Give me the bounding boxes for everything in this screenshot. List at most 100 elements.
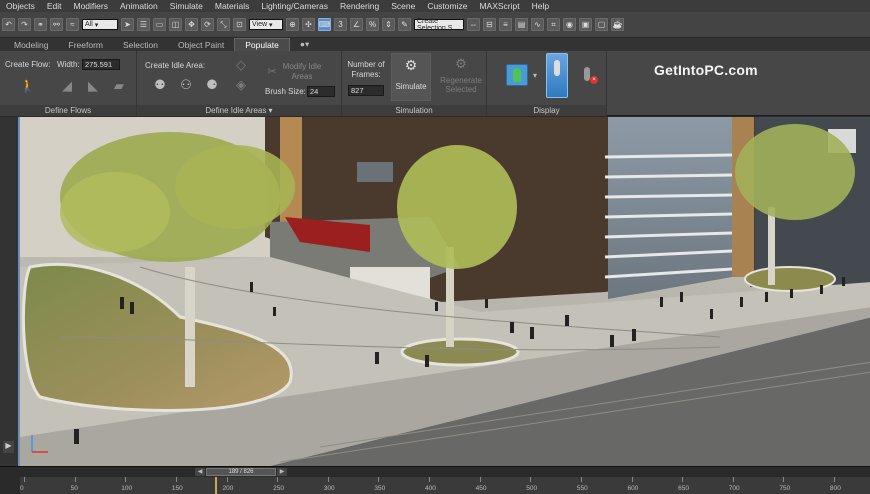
frame-ruler[interactable]: 0 50 100 150 200 250 300 350 400 450 500 550 600 650 7… [20, 477, 870, 494]
keyboard-shortcut-icon[interactable]: ⌨ [318, 18, 331, 31]
angle-snap-icon[interactable]: ∠ [350, 18, 363, 31]
place-icon[interactable]: ⊡ [233, 18, 246, 31]
menu-item-materials[interactable]: Materials [209, 1, 255, 11]
menu-item-maxscript[interactable]: MAXScript [473, 1, 525, 11]
tab-options-icon[interactable]: ●▾ [290, 38, 319, 51]
named-selection-dropdown[interactable]: Create Selection S [414, 17, 464, 32]
define-idle-areas-footer[interactable]: Define Idle Areas ▾ [137, 105, 341, 116]
ruler-tick [378, 477, 380, 482]
ruler-tick [631, 477, 633, 482]
ruler-tick-label: 350 [374, 485, 386, 492]
ruler-tick-label: 700 [728, 485, 740, 492]
select-manipulate-icon[interactable]: ✣ [302, 18, 315, 31]
menu-item-modifiers[interactable]: Modifiers [67, 1, 113, 11]
material-editor-icon[interactable]: ◉ [563, 18, 576, 31]
menu-item-customize[interactable]: Customize [421, 1, 473, 11]
building-window [357, 162, 393, 182]
ruler-tick-label: 100 [121, 485, 133, 492]
selection-filter-dropdown[interactable]: All ▾ [82, 19, 118, 30]
idle-area-rect-icon[interactable]: ⚈ [201, 75, 223, 95]
select-by-name-icon[interactable]: ☰ [137, 18, 150, 31]
render-production-icon[interactable]: ☕ [611, 18, 624, 31]
scale-icon[interactable]: ⤡ [217, 18, 230, 31]
select-object-icon[interactable]: ➤ [121, 18, 134, 31]
idle-area-paint-icon[interactable]: ◇ [230, 55, 252, 75]
next-frame-icon[interactable]: ▶ [277, 468, 287, 476]
ruler-tick [479, 477, 481, 482]
menu-item-rendering[interactable]: Rendering [334, 1, 385, 11]
width-spinner[interactable]: 275.591 [82, 59, 120, 70]
ruler-tick-label: 50 [70, 485, 78, 492]
flow-stairs-icon[interactable]: ▰ [108, 76, 130, 96]
rendered-frame-window-icon[interactable]: ▢ [595, 18, 608, 31]
idle-area-circle-icon[interactable]: ⚉ [149, 75, 171, 95]
create-flow-icon[interactable]: 🚶 [17, 76, 39, 96]
ruler-tick-label: 750 [779, 485, 791, 492]
render-setup-icon[interactable]: ▣ [579, 18, 592, 31]
current-frame-marker[interactable] [215, 477, 218, 494]
link-icon[interactable]: ⚭ [34, 18, 47, 31]
tab-selection[interactable]: Selection [113, 39, 168, 51]
menu-item-help[interactable]: Help [526, 1, 555, 11]
tab-populate[interactable]: Populate [234, 38, 290, 51]
tab-modeling[interactable]: Modeling [4, 39, 59, 51]
brush-size-spinner[interactable]: 24 [307, 86, 335, 97]
modify-idle-areas-label[interactable]: Modify Idle Areas [279, 62, 325, 82]
ruler-tick-label: 300 [323, 485, 335, 492]
menu-item-scene[interactable]: Scene [385, 1, 421, 11]
ruler-tick [74, 477, 76, 482]
rotate-icon[interactable]: ⟳ [201, 18, 214, 31]
menu-item-simulate[interactable]: Simulate [164, 1, 209, 11]
align-icon[interactable]: ⊟ [483, 18, 496, 31]
ruler-tick [175, 477, 177, 482]
menu-item-objects[interactable]: Objects [0, 1, 41, 11]
spinner-snap-icon[interactable]: ⇕ [382, 18, 395, 31]
graphite-toggle-icon[interactable]: ▤ [515, 18, 528, 31]
curve-editor-icon[interactable]: ∿ [531, 18, 544, 31]
number-of-frames-spinner[interactable]: 827 [348, 85, 384, 96]
regenerate-selected-label: Regenerate Selected [440, 76, 482, 94]
menu-item-edit[interactable]: Edit [41, 1, 68, 11]
regenerate-selected-button[interactable]: ⚙ Regenerate Selected [438, 53, 484, 101]
unlink-icon[interactable]: ⚯ [50, 18, 63, 31]
percent-snap-icon[interactable]: % [366, 18, 379, 31]
window-crossing-icon[interactable]: ◫ [169, 18, 182, 31]
simulate-button[interactable]: ⚙ Simulate [391, 53, 431, 101]
pivot-icon[interactable]: ⊕ [286, 18, 299, 31]
layer-manager-icon[interactable]: ≡ [499, 18, 512, 31]
idle-area-erase-icon[interactable]: ◈ [230, 75, 252, 95]
redo-icon[interactable]: ↷ [18, 18, 31, 31]
move-icon[interactable]: ✥ [185, 18, 198, 31]
display-people-dropdown-icon[interactable]: ▾ [533, 71, 537, 80]
ribbon-tabs: Modeling Freeform Selection Object Paint Pop… [0, 38, 870, 51]
delete-people-icon[interactable]: × [578, 66, 598, 84]
mirror-icon[interactable]: ⇔ [467, 18, 480, 31]
display-people-icon[interactable] [506, 64, 528, 86]
frame-readout: 189 / 826 [228, 469, 254, 475]
ruler-tick-label: 0 [20, 485, 24, 492]
ruler-tick-label: 200 [222, 485, 234, 492]
undo-icon[interactable]: ↶ [2, 18, 15, 31]
schematic-view-icon[interactable]: ⌗ [547, 18, 560, 31]
named-selection-value: Create Selection S [417, 17, 453, 32]
tab-freeform[interactable]: Freeform [59, 39, 113, 51]
rect-selection-icon[interactable]: ▭ [153, 18, 166, 31]
prev-frame-icon[interactable]: ◀ [195, 468, 205, 476]
reference-coordinate-dropdown[interactable]: View ▾ [249, 19, 283, 30]
expand-panel-icon[interactable]: ▶ [3, 441, 14, 453]
idle-area-freeform-icon[interactable]: ⚇ [175, 75, 197, 95]
snap-3d-icon[interactable]: 3 [334, 18, 347, 31]
bind-icon[interactable]: ≈ [66, 18, 79, 31]
menu-item-animation[interactable]: Animation [114, 1, 164, 11]
ruler-tick-label: 500 [526, 485, 538, 492]
perspective-viewport[interactable] [18, 117, 870, 466]
add-flow-segment-icon[interactable]: ◢ [56, 76, 78, 96]
edit-named-selection-icon[interactable]: ✎ [398, 18, 411, 31]
display-radius-icon[interactable] [546, 53, 568, 98]
ruler-tick [530, 477, 532, 482]
create-idle-area-label: Create Idle Area: [145, 61, 206, 70]
menu-item-lighting-cameras[interactable]: Lighting/Cameras [255, 1, 334, 11]
time-slider[interactable]: 189 / 826 [206, 468, 276, 476]
tab-object-paint[interactable]: Object Paint [168, 39, 234, 51]
add-ramp-icon[interactable]: ◣ [82, 76, 104, 96]
